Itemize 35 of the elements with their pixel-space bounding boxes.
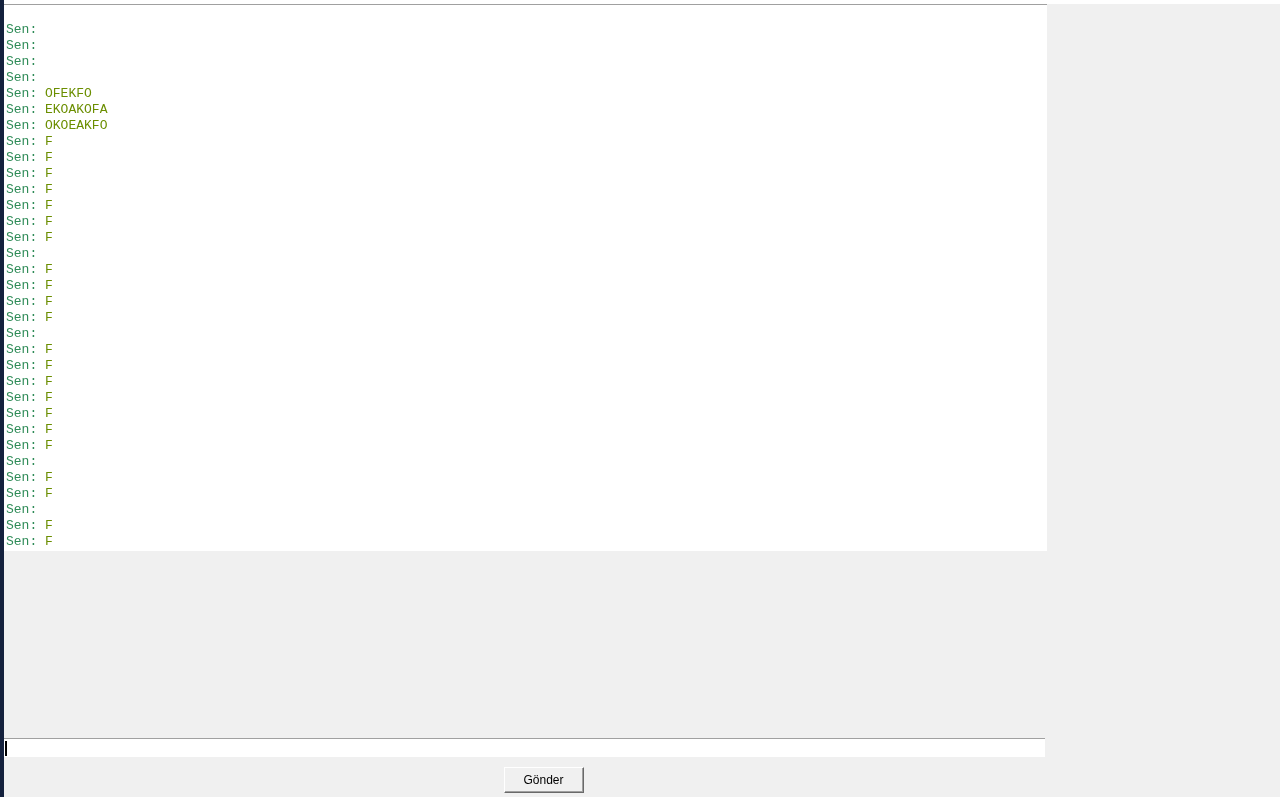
chat-message: Sen: F [6, 390, 53, 406]
chat-message: Sen: F [6, 534, 53, 550]
chat-message: Sen: F [6, 422, 53, 438]
chat-message: Sen: F [6, 358, 53, 374]
chat-message: Sen: [6, 54, 38, 70]
chat-message: Sen: F [6, 310, 53, 326]
chat-message: Sen: [6, 22, 38, 38]
message-input-field[interactable] [4, 738, 1045, 757]
chat-message: Sen: OFEKFO [6, 86, 92, 102]
chat-message: Sen: F [6, 150, 53, 166]
chat-message: Sen: F [6, 262, 53, 278]
chat-message: Sen: OKOEAKFO [6, 118, 108, 134]
chat-message: Sen: EKOAKOFA [6, 102, 108, 118]
chat-message: Sen: [6, 502, 38, 518]
chat-message: Sen: F [6, 518, 53, 534]
chat-message: Sen: [6, 326, 38, 342]
chat-message: Sen: F [6, 214, 53, 230]
chat-message: Sen: F [6, 406, 53, 422]
chat-message: Sen: F [6, 294, 53, 310]
chat-message: Sen: F [6, 230, 53, 246]
chat-message: Sen: F [6, 278, 53, 294]
chat-message: Sen: [6, 246, 38, 262]
chat-message: Sen: [6, 70, 38, 86]
chat-message: Sen: F [6, 198, 53, 214]
chat-message: Sen: F [6, 470, 53, 486]
chat-message: Sen: [6, 38, 38, 54]
chat-message: Sen: F [6, 134, 53, 150]
chat-message: Sen: F [6, 486, 53, 502]
chat-message: Sen: F [6, 166, 53, 182]
send-button[interactable]: Gönder [503, 767, 584, 793]
chat-message: Sen: F [6, 182, 53, 198]
chat-message: Sen: F [6, 342, 53, 358]
chat-message: Sen: F [6, 438, 53, 454]
chat-message: Sen: [6, 454, 38, 470]
chat-message: Sen: F [6, 374, 53, 390]
